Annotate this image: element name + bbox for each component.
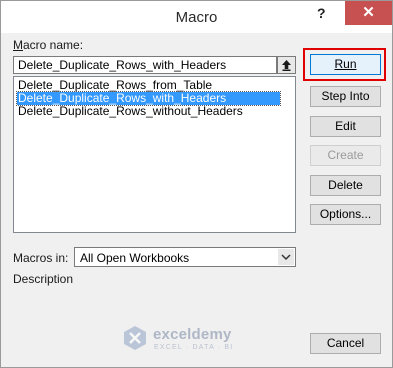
macros-in-label: Macros in: (13, 251, 69, 265)
run-label: Run (334, 57, 357, 71)
description-text (13, 288, 296, 326)
step-into-button[interactable]: Step Into (310, 86, 381, 107)
macros-in-select[interactable]: All Open Workbooks (74, 247, 296, 267)
description-label: Description (13, 272, 74, 286)
macro-list-item[interactable]: Delete_Duplicate_Rows_without_Headers (17, 105, 244, 118)
watermark-name: exceldemy (153, 326, 232, 343)
macro-dialog: Macro ? ✕ Macro name: Delete_Duplicate_R… (0, 0, 393, 368)
options-button[interactable]: Options... (310, 204, 381, 225)
delete-button[interactable]: Delete (310, 175, 381, 196)
title-bar: Macro ? ✕ (1, 1, 392, 33)
chevron-down-glyph (281, 254, 291, 261)
macro-name-label-rest: acro name: (23, 38, 84, 52)
edit-button[interactable]: Edit (310, 116, 381, 137)
watermark-tagline: EXCEL · DATA · BI (154, 344, 234, 351)
macro-name-input[interactable] (13, 56, 277, 74)
macro-list[interactable]: Delete_Duplicate_Rows_from_Table Delete_D… (13, 76, 296, 233)
create-button: Create (310, 145, 381, 166)
run-button[interactable]: Run (310, 54, 381, 75)
dialog-title: Macro (175, 9, 218, 26)
upload-arrow-icon (282, 60, 291, 71)
chevron-down-icon[interactable] (278, 249, 294, 265)
cancel-button[interactable]: Cancel (310, 333, 381, 354)
exceldemy-watermark: exceldemy EXCEL · DATA · BI (121, 324, 271, 354)
macros-in-value: All Open Workbooks (80, 251, 190, 265)
macro-name-label: Macro name: (13, 38, 84, 52)
collapse-dialog-button[interactable] (277, 56, 296, 74)
exceldemy-logo-icon (124, 326, 146, 350)
close-button[interactable]: ✕ (345, 1, 392, 25)
help-button[interactable]: ? (317, 5, 326, 21)
